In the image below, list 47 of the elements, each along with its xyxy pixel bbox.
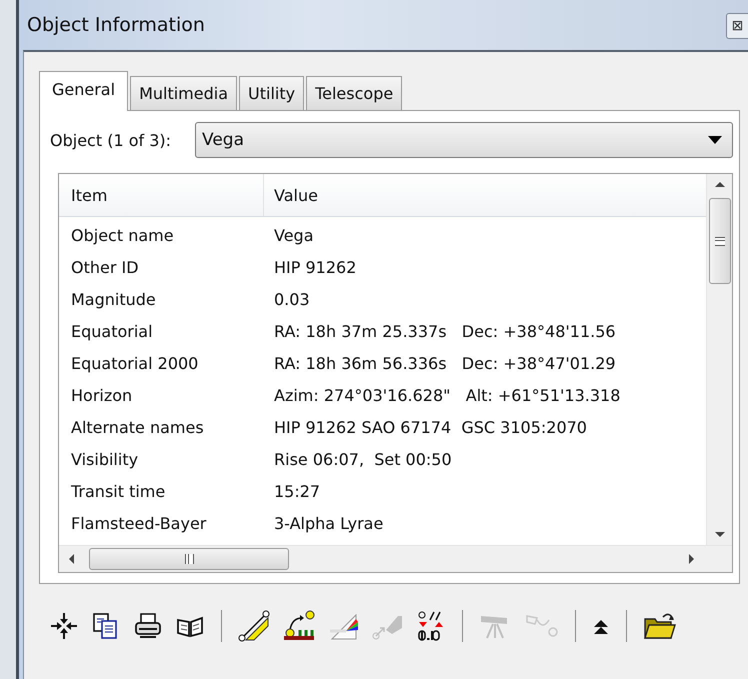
item-cell-text: Visibility xyxy=(70,450,140,468)
item-cell-text: Horizon xyxy=(70,386,134,404)
tab[interactable]: Telescope xyxy=(306,76,402,110)
tab[interactable]: Utility xyxy=(239,76,304,110)
converging-arrows-icon xyxy=(49,611,79,641)
object-dropdown[interactable]: Vega xyxy=(195,122,733,158)
horizontal-scrollbar[interactable] xyxy=(59,545,732,572)
ruler-icon xyxy=(238,610,270,642)
close-button[interactable]: ⊠ xyxy=(726,13,748,39)
scroll-thumb[interactable] xyxy=(708,198,730,284)
item-cell-text: Equatorial xyxy=(70,322,154,340)
item-cell-text: Transit time xyxy=(70,482,166,500)
eject-icon xyxy=(592,617,610,635)
value-cell-text: Rise 06:07, Set 00:50 xyxy=(273,450,452,468)
caret-icon xyxy=(708,136,722,144)
value-cell-text: RA: 18h 36m 56.336s Dec: +38°47'01.29 xyxy=(273,354,616,372)
value-cell-text: 3-Alpha Lyrae xyxy=(273,514,384,532)
scroll-left-icon xyxy=(67,553,75,565)
offset-icon xyxy=(416,610,446,642)
sunrise-icon xyxy=(282,610,316,642)
item-cell-text: Other ID xyxy=(70,258,140,276)
column-header[interactable]: Item xyxy=(59,174,264,216)
scroll-down-icon xyxy=(714,531,726,539)
item-cell-text: Equatorial 2000 xyxy=(70,354,200,372)
item-cell-text: Magnitude xyxy=(70,290,157,308)
item-cell-text: Flamsteed-Bayer xyxy=(70,514,208,532)
scroll-right-icon xyxy=(688,553,696,565)
item-cell-text: Object name xyxy=(70,226,175,244)
column-header[interactable]: Value xyxy=(264,174,318,216)
value-cell-text: HIP 91262 SAO 67174 GSC 3105:2070 xyxy=(273,418,587,436)
value-cell-text: HIP 91262 xyxy=(273,258,356,276)
tab[interactable]: Multimedia xyxy=(130,76,238,110)
vertical-scrollbar[interactable] xyxy=(706,174,732,545)
object-label: Object (1 of 3): xyxy=(50,130,172,150)
value-cell-text: 15:27 xyxy=(273,482,320,500)
item-cell-text: Alternate names xyxy=(70,418,205,436)
value-cell-text: Vega xyxy=(273,226,314,244)
printer-icon xyxy=(133,611,163,641)
prism-icon xyxy=(328,611,360,641)
folder-icon xyxy=(643,611,677,641)
value-cell-text: RA: 18h 37m 25.337s Dec: +38°48'11.56 xyxy=(273,322,616,340)
scroll-up-icon xyxy=(714,180,726,188)
tab[interactable]: General xyxy=(39,71,128,111)
value-cell-text: 0.03 xyxy=(273,290,310,308)
scroll-thumb[interactable] xyxy=(89,548,289,570)
value-cell-text: Azim: 274°03'16.628" Alt: +61°51'13.318 xyxy=(273,386,620,404)
window-title: Object Information xyxy=(27,14,205,36)
